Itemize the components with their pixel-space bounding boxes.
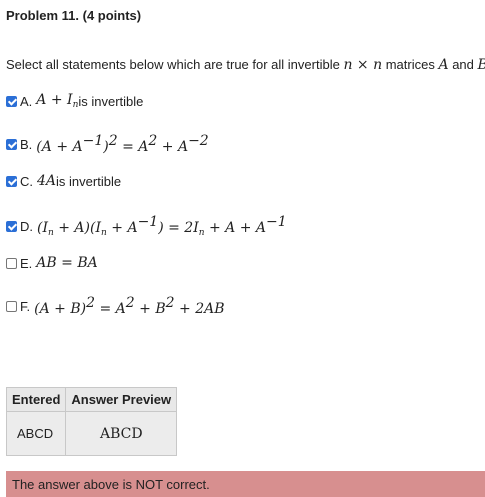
option-e-math: AB = BA: [36, 255, 98, 271]
prompt-text: Select all statements below which are tr…: [6, 57, 344, 72]
option-b-label: B.: [20, 136, 33, 152]
option-d-checkbox[interactable]: [6, 220, 17, 232]
option-c-checkbox[interactable]: [6, 175, 17, 187]
option-c-label: C.: [20, 173, 33, 189]
problem-number: Problem 11.: [6, 8, 79, 23]
option-d[interactable]: D. (In + A)(In + A−1) = 2In + A + A−1: [6, 214, 287, 238]
option-a-math: A + In: [36, 92, 79, 110]
option-d-label: D.: [20, 218, 33, 234]
option-f-checkbox[interactable]: [6, 300, 17, 312]
prompt-math-a: A: [438, 57, 449, 73]
option-a-text: is invertible: [78, 93, 144, 109]
feedback-message: The answer above is NOT correct.: [6, 471, 485, 497]
prompt-text-middle: matrices: [382, 57, 439, 72]
option-a-checkbox[interactable]: [6, 95, 17, 107]
option-c-text: is invertible: [56, 173, 122, 189]
option-c[interactable]: C. 4A is invertible: [6, 173, 121, 189]
option-f-label: F.: [20, 298, 31, 314]
problem-title: Problem 11. (4 points): [6, 8, 141, 23]
answer-preview-value: ABCD: [65, 411, 178, 456]
option-b[interactable]: B. (A + A−1)2 = A2 + A−2: [6, 133, 209, 155]
option-f[interactable]: F. (A + B)2 = A2 + B2 + 2AB: [6, 295, 225, 317]
option-d-math: (In + A)(In + A−1) = 2In + A + A−1: [37, 214, 287, 238]
option-b-checkbox[interactable]: [6, 138, 17, 150]
option-f-math: (A + B)2 = A2 + B2 + 2AB: [34, 295, 225, 317]
problem-points: (4 points): [82, 8, 142, 23]
entered-value: ABCD: [5, 411, 67, 456]
option-b-math: (A + A−1)2 = A2 + A−2: [36, 133, 209, 155]
option-a-label: A.: [20, 93, 33, 109]
results-table: Entered Answer Preview ABCD ABCD: [5, 387, 178, 456]
prompt-math-dimension: n × n: [343, 57, 383, 73]
prompt-math-b: B: [478, 57, 485, 73]
option-e-checkbox[interactable]: [6, 257, 17, 269]
option-e[interactable]: E. AB = BA: [6, 255, 98, 271]
option-c-math: 4A: [37, 173, 57, 189]
problem-prompt: Select all statements below which are tr…: [6, 57, 485, 73]
entered-header: Entered: [5, 387, 67, 412]
option-a[interactable]: A. A + In is invertible: [6, 92, 143, 110]
option-e-label: E.: [20, 255, 33, 271]
prompt-text-and: and: [448, 57, 478, 72]
answer-preview-header: Answer Preview: [65, 387, 178, 412]
